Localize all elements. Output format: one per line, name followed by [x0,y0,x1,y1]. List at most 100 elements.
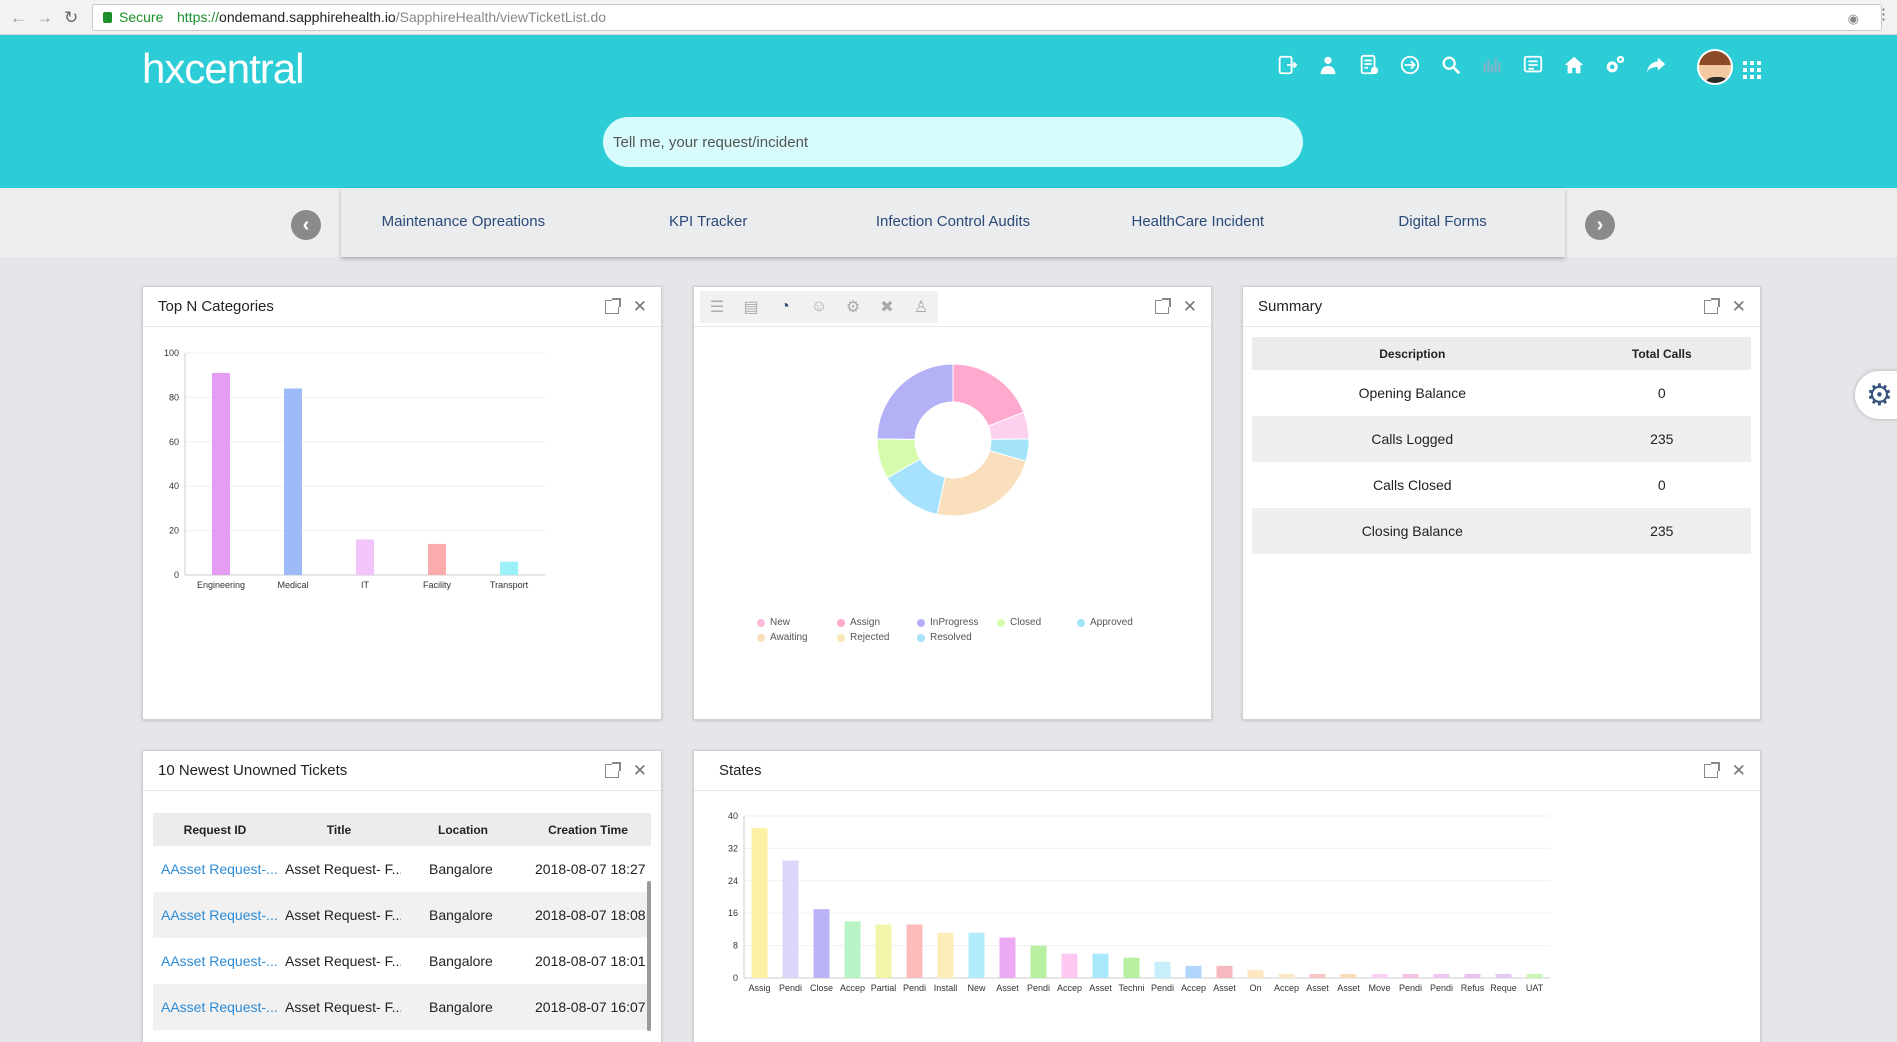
bar[interactable] [813,909,830,978]
close-icon[interactable]: ✕ [633,287,647,327]
bar[interactable] [1154,961,1171,978]
bar[interactable] [875,924,892,978]
legend-item[interactable]: Assign [837,617,917,628]
bar[interactable] [212,372,230,575]
popout-icon[interactable] [1703,298,1720,314]
carousel-item-healthcare-incident[interactable]: HealthCare Incident [1075,188,1320,257]
carousel-item-digital-forms[interactable]: Digital Forms [1320,188,1565,257]
bar[interactable] [1185,965,1202,978]
list-view-icon[interactable]: ☰ [700,290,734,323]
bar[interactable] [1495,973,1512,978]
bar[interactable] [1278,973,1295,978]
share-icon[interactable] [1644,53,1668,77]
bar[interactable] [751,828,768,978]
bar-view-icon[interactable]: ▤ [734,290,768,323]
table-row[interactable]: AAsset Request-... Asset Request- F... Ban… [153,938,651,984]
close-icon[interactable]: ✕ [1732,287,1746,327]
bar[interactable] [428,543,446,575]
popout-icon[interactable] [1703,762,1720,778]
bar[interactable] [1030,945,1047,978]
browser-menu-icon[interactable]: ⋮ [1876,5,1891,23]
legend-item[interactable]: Closed [997,617,1077,628]
legend-item[interactable]: InProgress [917,617,997,628]
column-header[interactable]: Creation Time [525,813,651,846]
bar[interactable] [937,932,954,978]
users-view-icon[interactable]: ♙ [904,290,938,323]
gear-view-icon[interactable]: ⚙ [836,290,870,323]
donut-slice[interactable] [876,363,954,440]
legend-item[interactable]: Rejected [837,632,917,643]
bar[interactable] [906,924,923,978]
tools-view-icon[interactable]: ✖ [870,290,904,323]
bar[interactable] [1216,965,1233,978]
address-bar[interactable]: Secure https://ondemand.sapphirehealth.i… [92,4,1882,31]
popout-icon[interactable] [604,762,621,778]
carousel-prev-icon[interactable]: ‹ [291,210,321,240]
bar[interactable] [1340,973,1357,978]
column-header[interactable]: Title [277,813,401,846]
legend-item[interactable]: Resolved [917,632,997,643]
search-icon[interactable] [1439,53,1463,77]
legend-item[interactable]: Awaiting [757,632,837,643]
close-icon[interactable]: ✕ [1732,751,1746,791]
request-id-link[interactable]: AAsset Request-... [153,984,277,1030]
legend-item[interactable]: New [757,617,837,628]
popout-icon[interactable] [1154,298,1171,314]
logout-icon[interactable] [1275,53,1299,77]
bar[interactable] [1123,957,1140,978]
carousel-item-infection-control[interactable]: Infection Control Audits [831,188,1076,257]
table-row[interactable]: AAsset Request-... Asset Request- F... Ban… [153,892,651,938]
bar[interactable] [1309,973,1326,978]
bar[interactable] [500,561,518,575]
request-search-input[interactable] [603,117,1303,167]
bar[interactable] [1247,969,1264,978]
bar[interactable] [356,539,374,575]
request-id-link[interactable]: AAsset Request-... [153,938,277,984]
floating-settings-icon[interactable]: ⚙ [1855,371,1897,419]
avatar[interactable] [1697,49,1733,85]
close-icon[interactable]: ✕ [1183,287,1197,327]
donut-slice[interactable] [936,450,1027,517]
signin-icon[interactable] [1398,53,1422,77]
table-row[interactable]: AAsset Request-... Asset Request- F... Ban… [153,984,651,1030]
smile-view-icon[interactable]: ☺ [802,290,836,323]
settings-icon[interactable] [1603,53,1627,77]
bar[interactable] [999,937,1016,979]
home-icon[interactable] [1562,53,1586,77]
bar[interactable] [1526,973,1543,978]
table-scrollbar[interactable] [647,881,651,1031]
bar[interactable] [1433,973,1450,978]
user-icon[interactable] [1316,53,1340,77]
bar[interactable] [782,860,799,978]
bar[interactable] [284,388,302,575]
chart-icon[interactable] [1480,53,1504,77]
apps-grid-icon[interactable] [1743,61,1761,79]
table-row[interactable]: AAsset Request-... Asset Request- F... Ban… [153,846,651,892]
reload-icon[interactable]: ↻ [64,8,78,28]
carousel-item-kpi-tracker[interactable]: KPI Tracker [586,188,831,257]
app-logo[interactable]: hxcentral [142,45,304,93]
carousel-next-icon[interactable]: › [1585,210,1615,240]
bar[interactable] [844,921,861,978]
pie-view-icon[interactable]: ◔ [768,290,802,323]
popout-icon[interactable] [604,298,621,314]
bar[interactable] [1092,953,1109,978]
x-tick-label: Pendi [1399,983,1422,993]
carousel-item-maintenance[interactable]: Maintenance Opreations [341,188,586,257]
list-icon[interactable] [1521,53,1545,77]
bar[interactable] [1061,953,1078,978]
request-id-link[interactable]: AAsset Request-... [153,846,277,892]
close-icon[interactable]: ✕ [633,751,647,791]
column-header[interactable]: Request ID [153,813,277,846]
request-id-link[interactable]: AAsset Request-... [153,892,277,938]
bar[interactable] [1371,973,1388,978]
bar[interactable] [1464,973,1481,978]
bar[interactable] [1402,973,1419,978]
forward-icon[interactable]: → [36,8,53,28]
legend-item[interactable]: Approved [1077,617,1157,628]
column-header[interactable]: Location [401,813,525,846]
extension-icon[interactable]: ◉ [1848,11,1859,27]
bar[interactable] [968,932,985,978]
checklist-icon[interactable] [1357,53,1381,77]
back-icon[interactable]: ← [10,8,27,28]
